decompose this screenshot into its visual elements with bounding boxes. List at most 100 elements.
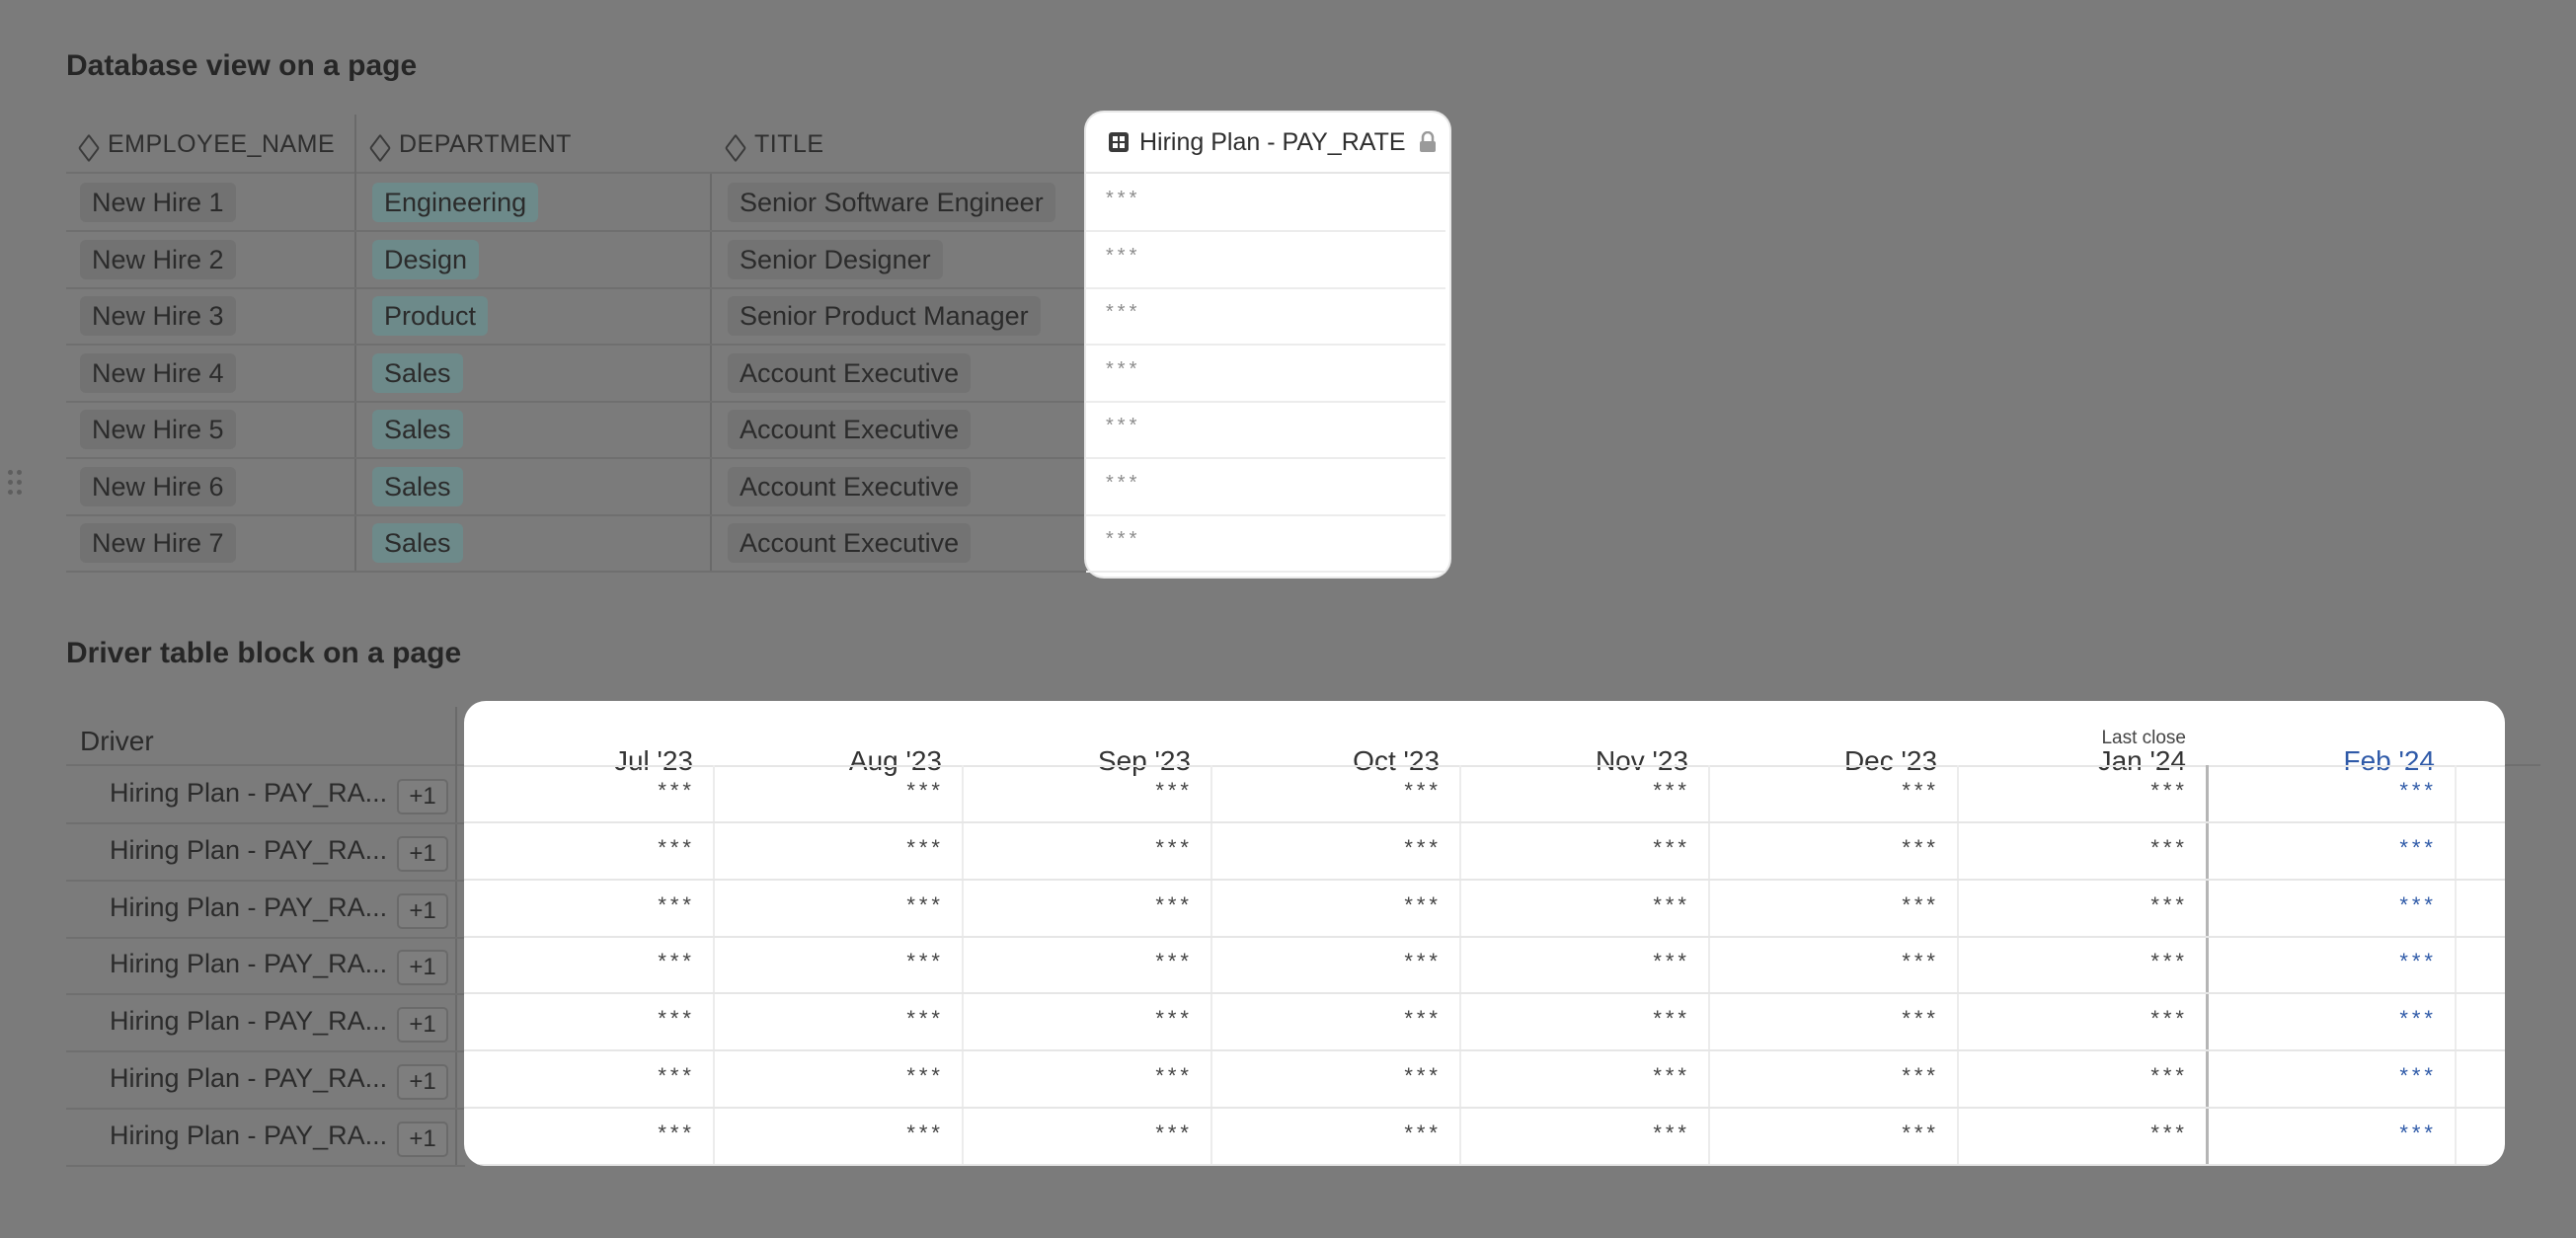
value-cell[interactable]: *** — [962, 766, 1210, 822]
value-cell[interactable]: *** — [1957, 823, 2206, 880]
pay-rate-cell[interactable]: *** — [1086, 174, 1445, 232]
driver-row[interactable]: Hiring Plan - PAY_RA... +1 — [66, 994, 465, 1053]
driver-name[interactable]: Hiring Plan - PAY_RA... — [110, 892, 387, 923]
employee-name-chip[interactable]: New Hire 6 — [80, 466, 236, 506]
pay-rate-cell[interactable]: *** — [1086, 514, 1445, 573]
table-row[interactable]: New Hire 2 Design Senior Designer — [66, 231, 1088, 289]
value-cell[interactable]: *** — [1957, 766, 2206, 822]
value-cell[interactable]: *** — [2206, 823, 2455, 880]
employee-name-chip[interactable]: New Hire 1 — [80, 183, 236, 222]
driver-name[interactable]: Hiring Plan - PAY_RA... — [110, 835, 387, 866]
more-drivers-badge[interactable]: +1 — [397, 892, 448, 929]
value-cell[interactable]: *** — [713, 1109, 962, 1165]
value-cell[interactable]: *** — [713, 1051, 962, 1108]
driver-name[interactable]: Hiring Plan - PAY_RA... — [110, 949, 387, 979]
drag-handle-icon[interactable] — [8, 470, 24, 500]
department-chip[interactable]: Sales — [372, 410, 463, 449]
title-chip[interactable]: Account Executive — [728, 352, 972, 393]
column-header-pay-rate[interactable]: Hiring Plan - PAY_RATE — [1086, 113, 1449, 174]
employee-name-chip[interactable]: New Hire 3 — [80, 296, 236, 336]
driver-row[interactable]: Hiring Plan - PAY_RA... +1 — [66, 881, 465, 939]
more-drivers-badge[interactable]: +1 — [397, 779, 448, 814]
driver-row[interactable]: Hiring Plan - PAY_RA... +1 — [66, 1051, 465, 1110]
department-chip[interactable]: Sales — [372, 466, 463, 506]
value-cell[interactable]: *** — [1708, 1109, 1957, 1165]
value-cell[interactable]: *** — [1210, 937, 1459, 993]
more-drivers-badge[interactable]: +1 — [397, 1121, 448, 1157]
value-cell[interactable]: *** — [1210, 1051, 1459, 1108]
value-cell[interactable]: *** — [1708, 823, 1957, 880]
value-cell[interactable]: *** — [464, 823, 713, 880]
value-cell[interactable]: *** — [464, 994, 713, 1050]
value-cell[interactable]: *** — [1708, 994, 1957, 1050]
more-drivers-badge[interactable]: +1 — [397, 835, 448, 872]
table-row[interactable]: New Hire 4 Sales Account Executive — [66, 345, 1088, 403]
value-cell[interactable]: *** — [2206, 1051, 2455, 1108]
driver-name[interactable]: Hiring Plan - PAY_RA... — [110, 1063, 387, 1094]
pay-rate-cell[interactable]: *** — [1086, 458, 1445, 516]
column-header-department[interactable]: DEPARTMENT — [369, 115, 572, 174]
value-cell[interactable]: *** — [2206, 994, 2455, 1050]
value-cell[interactable]: *** — [464, 1109, 713, 1165]
value-cell[interactable]: *** — [1957, 1109, 2206, 1165]
value-cell[interactable]: *** — [713, 823, 962, 880]
table-row[interactable]: New Hire 3 Product Senior Product Manager — [66, 287, 1088, 346]
value-cell[interactable]: *** — [962, 994, 1210, 1050]
title-chip[interactable]: Senior Product Manager — [728, 296, 1041, 336]
department-chip[interactable]: Sales — [372, 523, 463, 563]
driver-name[interactable]: Hiring Plan - PAY_RA... — [110, 1121, 387, 1151]
pay-rate-cell[interactable]: *** — [1086, 401, 1445, 459]
value-cell[interactable]: *** — [713, 881, 962, 937]
value-cell[interactable]: *** — [1210, 766, 1459, 822]
driver-row[interactable]: Hiring Plan - PAY_RA... +1 — [66, 823, 465, 882]
value-cell[interactable]: *** — [464, 881, 713, 937]
value-cell[interactable]: *** — [1210, 994, 1459, 1050]
value-cell[interactable]: *** — [1957, 881, 2206, 937]
value-cell[interactable]: *** — [1210, 823, 1459, 880]
department-chip[interactable]: Sales — [372, 352, 463, 393]
value-cell[interactable]: *** — [962, 1051, 1210, 1108]
value-cell[interactable]: *** — [2206, 881, 2455, 937]
value-cell[interactable]: *** — [962, 937, 1210, 993]
title-chip[interactable]: Account Executive — [728, 466, 972, 506]
value-cell[interactable]: *** — [1459, 823, 1708, 880]
value-cell[interactable]: *** — [713, 994, 962, 1050]
driver-name[interactable]: Hiring Plan - PAY_RA... — [110, 778, 387, 809]
table-row[interactable]: New Hire 6 Sales Account Executive — [66, 458, 1088, 516]
value-cell[interactable]: *** — [1957, 994, 2206, 1050]
value-cell[interactable]: *** — [1459, 766, 1708, 822]
value-cell[interactable]: *** — [962, 1109, 1210, 1165]
value-cell[interactable]: *** — [1957, 937, 2206, 993]
value-cell[interactable]: *** — [464, 937, 713, 993]
value-cell[interactable]: *** — [1708, 766, 1957, 822]
table-row[interactable]: New Hire 5 Sales Account Executive — [66, 401, 1088, 459]
value-cell[interactable]: *** — [464, 766, 713, 822]
driver-row[interactable]: Hiring Plan - PAY_RA... +1 — [66, 766, 465, 824]
column-header-employee-name[interactable]: EMPLOYEE_NAME — [78, 115, 335, 174]
more-drivers-badge[interactable]: +1 — [397, 1007, 448, 1044]
value-cell[interactable]: *** — [1459, 937, 1708, 993]
employee-name-chip[interactable]: New Hire 2 — [80, 239, 236, 279]
value-cell[interactable]: *** — [1957, 1051, 2206, 1108]
value-cell[interactable]: *** — [1210, 881, 1459, 937]
title-chip[interactable]: Senior Designer — [728, 239, 943, 279]
value-cell[interactable]: *** — [1459, 994, 1708, 1050]
employee-name-chip[interactable]: New Hire 7 — [80, 523, 236, 563]
value-cell[interactable]: *** — [2206, 766, 2455, 822]
value-cell[interactable]: *** — [1210, 1109, 1459, 1165]
driver-row[interactable]: Hiring Plan - PAY_RA... +1 — [66, 1109, 465, 1167]
more-drivers-badge[interactable]: +1 — [397, 1064, 448, 1100]
value-cell[interactable]: *** — [2206, 1109, 2455, 1165]
value-cell[interactable]: *** — [962, 881, 1210, 937]
title-chip[interactable]: Account Executive — [728, 410, 972, 449]
title-chip[interactable]: Account Executive — [728, 523, 972, 563]
department-chip[interactable]: Design — [372, 239, 480, 279]
value-cell[interactable]: *** — [1459, 881, 1708, 937]
pay-rate-cell[interactable]: *** — [1086, 287, 1445, 346]
table-row[interactable]: New Hire 7 Sales Account Executive — [66, 514, 1088, 573]
value-cell[interactable]: *** — [1459, 1051, 1708, 1108]
value-cell[interactable]: *** — [464, 1051, 713, 1108]
title-chip[interactable]: Senior Software Engineer — [728, 183, 1055, 222]
value-cell[interactable]: *** — [1708, 881, 1957, 937]
value-cell[interactable]: *** — [962, 823, 1210, 880]
